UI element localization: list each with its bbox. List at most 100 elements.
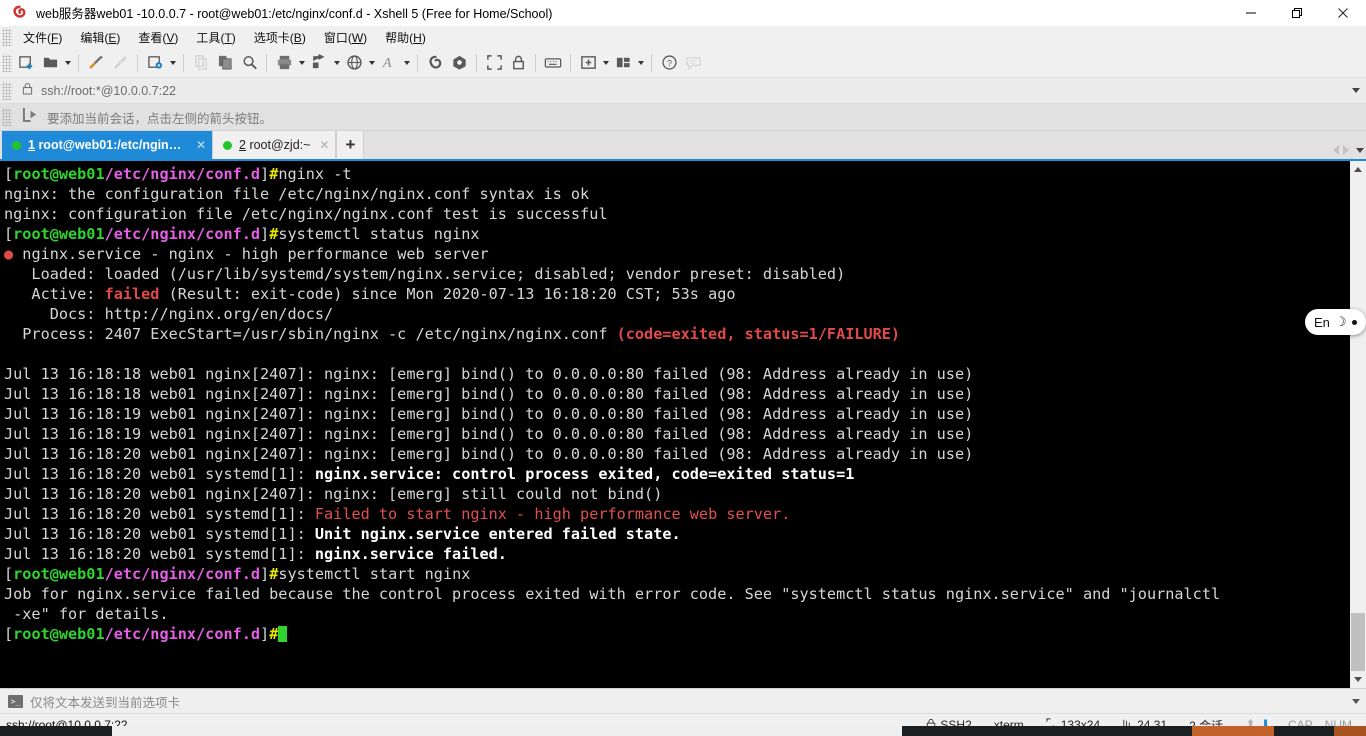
title-bar: web服务器web01 -10.0.0.7 - root@web01:/etc/… [0, 0, 1366, 26]
help-icon[interactable]: ? [657, 50, 681, 76]
new-tab-button[interactable]: + [336, 131, 365, 159]
new-pane-caret-icon[interactable] [603, 60, 609, 65]
session-properties-icon[interactable] [143, 50, 167, 76]
hint-gripper[interactable] [2, 108, 12, 126]
menu-tools[interactable]: 工具(T) [187, 27, 244, 48]
nav-prev-icon[interactable] [1333, 145, 1339, 155]
new-pane-icon[interactable] [576, 50, 600, 76]
file-transfer-icon[interactable] [307, 50, 331, 76]
font-caret-icon[interactable] [404, 60, 410, 65]
menu-window[interactable]: 窗口(W) [315, 27, 376, 48]
lock-icon[interactable] [506, 50, 530, 76]
tab-session-1-label: 1 root@web01:/etc/nginx/c... [28, 138, 187, 152]
tab-session-1[interactable]: 1 root@web01:/etc/nginx/c... ✕ [2, 131, 212, 159]
tab-list-icon[interactable] [1356, 147, 1364, 153]
dot-icon[interactable] [1351, 319, 1357, 325]
terminal-line: Jul 13 16:18:20 web01 nginx[2407]: nginx… [4, 445, 974, 463]
menu-edit[interactable]: 编辑(E) [71, 27, 129, 48]
menu-edit-label: 编辑 [80, 30, 105, 45]
tab-close-icon[interactable]: ✕ [196, 138, 206, 152]
menu-view[interactable]: 查看(V) [129, 27, 187, 48]
toolbar-separator [651, 53, 652, 72]
menu-help[interactable]: 帮助(H) [376, 27, 435, 48]
connect-icon[interactable] [84, 50, 108, 76]
chevron-down-icon[interactable] [1346, 689, 1366, 714]
print-icon[interactable] [272, 50, 296, 76]
svg-text:A: A [381, 55, 391, 71]
scroll-down-arrow-icon[interactable] [1350, 671, 1366, 688]
terminal-output[interactable]: [root@web01/etc/nginx/conf.d]#nginx -t ng… [0, 161, 1349, 688]
address-input[interactable]: ssh://root:*@10.0.0.7:22 [14, 79, 1346, 102]
crescent-moon-icon[interactable]: ☽ [1335, 314, 1347, 330]
ime-indicator[interactable]: En ☽ [1305, 309, 1366, 335]
taskbar-window-active[interactable] [112, 726, 902, 736]
terminal-command: nginx -t [278, 165, 352, 183]
new-session-icon[interactable] [14, 50, 38, 76]
chevron-down-icon[interactable] [1346, 78, 1366, 104]
tab-session-1-title: root@web01:/etc/nginx/c... [38, 138, 187, 152]
toolbar: A ? [0, 48, 1366, 78]
toolbar-gripper[interactable] [2, 53, 12, 72]
file-transfer-caret-icon[interactable] [334, 60, 340, 65]
session-properties-caret-icon[interactable] [170, 60, 176, 65]
toolbar-separator [570, 53, 571, 72]
terminal-line: Jul 13 16:18:19 web01 nginx[2407]: nginx… [4, 425, 974, 443]
layout-icon[interactable] [611, 50, 635, 76]
address-gripper[interactable] [2, 81, 12, 100]
taskbar-accent-1[interactable] [1192, 726, 1274, 736]
prompt-hash: # [269, 165, 279, 183]
scroll-up-arrow-icon[interactable] [1350, 161, 1366, 178]
prompt-bracket-close: ] [260, 625, 270, 643]
copy-paste-icon[interactable] [213, 50, 237, 76]
disconnect-icon[interactable] [108, 50, 132, 76]
tab-session-2[interactable]: 2 root@zjd:~ ✕ [212, 131, 337, 159]
keyboard-icon[interactable] [541, 50, 565, 76]
terminal-log-line: Jul 13 16:18:20 web01 systemd[1]: Unit n… [4, 525, 681, 543]
terminal-line: Job for nginx.service failed because the… [4, 585, 1221, 603]
open-folder-icon[interactable] [38, 50, 62, 76]
taskbar-window-other[interactable] [902, 726, 1192, 736]
cut-icon[interactable] [189, 50, 213, 76]
menu-gripper[interactable] [2, 28, 12, 46]
chat-icon[interactable] [681, 50, 705, 76]
terminal-command: systemctl status nginx [278, 225, 480, 243]
close-button[interactable] [1320, 0, 1366, 26]
menu-view-label: 查看 [138, 30, 163, 45]
scrollbar-track[interactable] [1350, 178, 1366, 671]
menu-bar: 文件(F) 编辑(E) 查看(V) 工具(T) 选项卡(B) 窗口(W) 帮助(… [0, 26, 1366, 48]
find-icon[interactable] [237, 50, 261, 76]
terminal-scrollbar[interactable] [1349, 161, 1366, 688]
tab-close-icon[interactable]: ✕ [319, 138, 329, 152]
toolbar-separator [183, 53, 184, 72]
print-caret-icon[interactable] [299, 60, 305, 65]
scrollbar-thumb[interactable] [1351, 613, 1365, 671]
lock-icon [22, 82, 33, 100]
taskbar-dark [1278, 726, 1334, 736]
prompt-user-host: root@web01 [13, 625, 105, 643]
terminal-line: Jul 13 16:18:18 web01 nginx[2407]: nginx… [4, 385, 974, 403]
tab-session-2-index: 2 [239, 138, 246, 152]
xshell-icon[interactable] [447, 50, 471, 76]
prompt-path: /etc/nginx/conf.d [104, 165, 261, 183]
minimize-button[interactable] [1228, 0, 1274, 26]
open-folder-caret-icon[interactable] [65, 60, 71, 65]
globe-icon[interactable] [342, 50, 366, 76]
nav-next-icon[interactable] [1343, 145, 1349, 155]
menu-tools-label: 工具 [196, 30, 221, 45]
terminal-cursor [278, 626, 288, 642]
maximize-button[interactable] [1274, 0, 1320, 26]
xftp-icon[interactable] [423, 50, 447, 76]
taskbar-accent-2[interactable] [1334, 726, 1366, 736]
terminal-log-line: Jul 13 16:18:20 web01 systemd[1]: nginx.… [4, 545, 507, 563]
fullscreen-icon[interactable] [482, 50, 506, 76]
layout-caret-icon[interactable] [638, 60, 644, 65]
toolbar-separator [266, 53, 267, 72]
globe-caret-icon[interactable] [369, 60, 375, 65]
add-session-arrow-icon[interactable] [22, 107, 39, 127]
menu-tabs[interactable]: 选项卡(B) [245, 27, 315, 48]
menu-file[interactable]: 文件(F) [14, 27, 71, 48]
address-bar: ssh://root:*@10.0.0.7:22 [0, 78, 1366, 104]
font-icon[interactable]: A [377, 50, 401, 76]
prompt-bracket-close: ] [260, 165, 270, 183]
terminal-line: Jul 13 16:18:19 web01 nginx[2407]: nginx… [4, 405, 974, 423]
